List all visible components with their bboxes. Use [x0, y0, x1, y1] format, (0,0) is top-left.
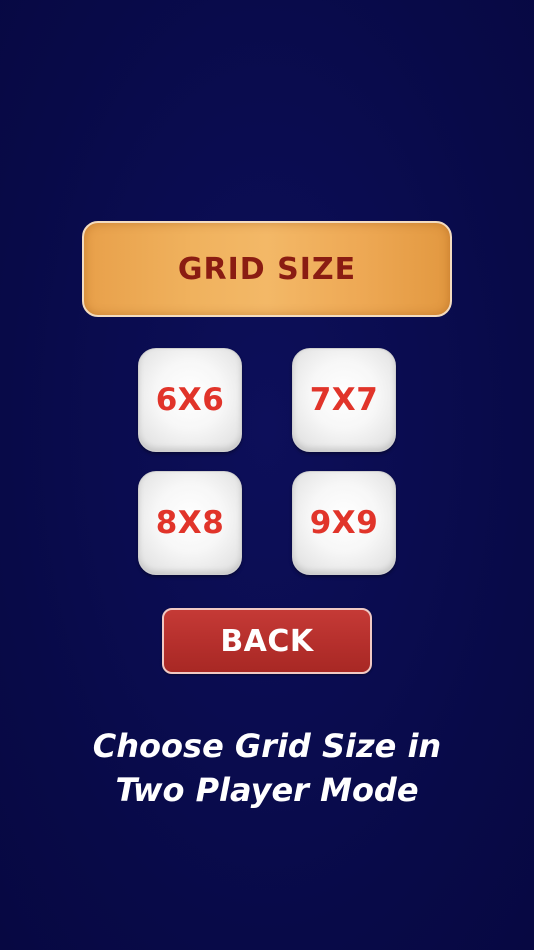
grid-option-8x8-button[interactable]: 8X8	[138, 471, 242, 575]
back-button[interactable]: BACK	[162, 608, 372, 674]
grid-option-label: 7X7	[309, 382, 379, 418]
caption-line-1: Choose Grid Size in	[92, 727, 442, 765]
mode-caption: Choose Grid Size in Two Player Mode	[40, 724, 494, 812]
caption-line-2: Two Player Mode	[115, 771, 419, 809]
grid-option-7x7-button[interactable]: 7X7	[292, 348, 396, 452]
game-screen: GRID SIZE 6X6 7X7 8X8 9X9 BACK Choose Gr…	[0, 0, 534, 950]
grid-option-label: 9X9	[309, 505, 379, 541]
grid-option-9x9-button[interactable]: 9X9	[292, 471, 396, 575]
back-button-label: BACK	[220, 623, 314, 659]
grid-size-banner: GRID SIZE	[82, 221, 452, 317]
grid-option-label: 6X6	[155, 382, 225, 418]
grid-option-label: 8X8	[155, 505, 225, 541]
grid-option-6x6-button[interactable]: 6X6	[138, 348, 242, 452]
banner-title: GRID SIZE	[177, 251, 357, 287]
